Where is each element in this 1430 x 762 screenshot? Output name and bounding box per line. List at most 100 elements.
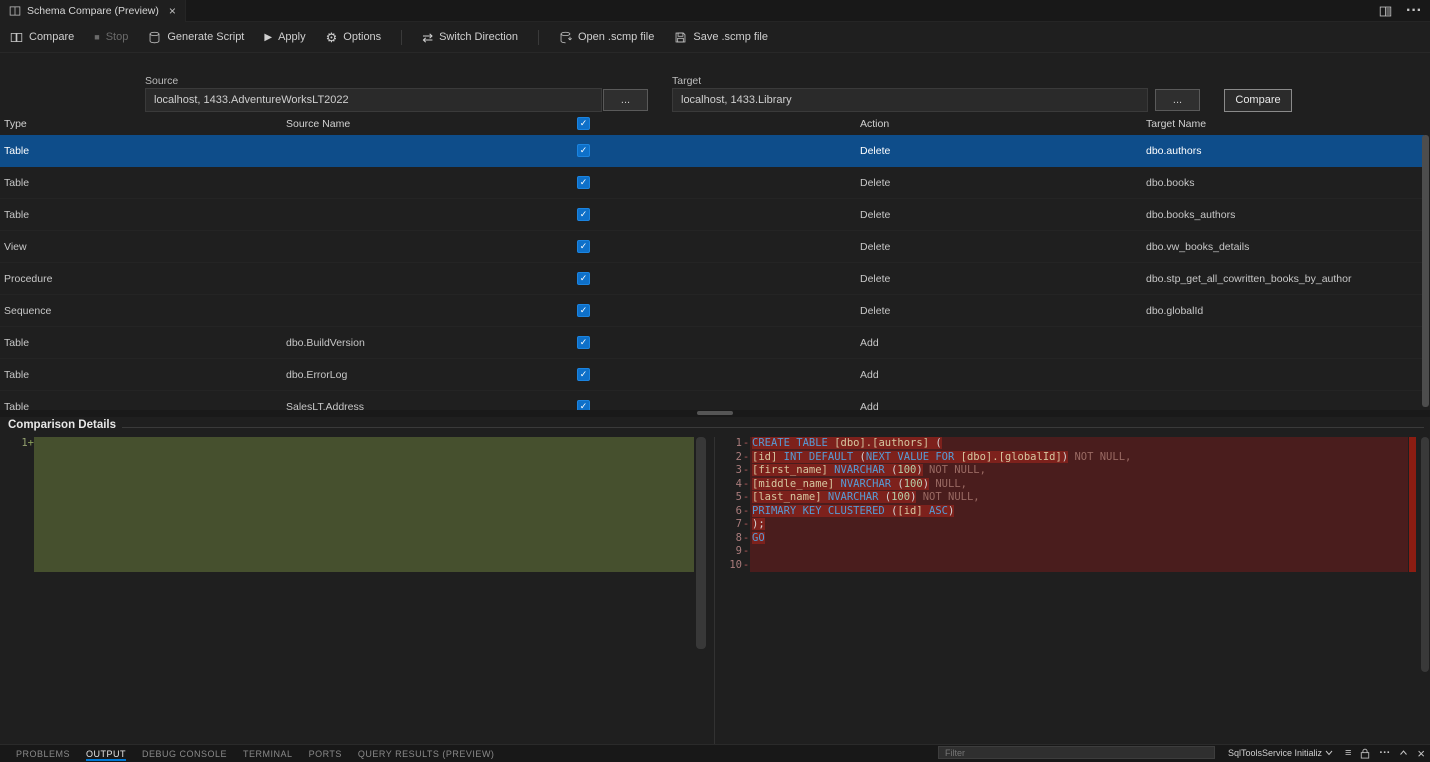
diff-target-scrollbar[interactable] [1421, 437, 1429, 672]
stop-button[interactable]: ■ Stop [94, 31, 128, 43]
lock-icon[interactable] [1360, 748, 1370, 759]
panel-tab-problems[interactable]: PROBLEMS [8, 745, 78, 762]
diff-line: 5- [last_name] NVARCHAR (100) NOT NULL, [718, 491, 1430, 505]
cell-target-name: dbo.vw_books_details [1146, 231, 1249, 262]
table-row[interactable]: Table dbo.ErrorLog ✓ Add [0, 359, 1424, 391]
column-header-source-name[interactable]: Source Name [286, 112, 350, 135]
save-icon [674, 31, 687, 44]
panel-action-icons: ≡ ··· × [1345, 744, 1425, 762]
toolbar-separator [538, 30, 539, 45]
tab-schema-compare[interactable]: Schema Compare (Preview) × [0, 0, 186, 22]
cell-target-name: dbo.books_authors [1146, 199, 1235, 230]
save-scmp-button[interactable]: Save .scmp file [674, 31, 768, 44]
include-checkbox[interactable]: ✓ [577, 336, 590, 349]
close-icon[interactable]: × [169, 4, 176, 18]
chevron-up-icon[interactable] [1399, 750, 1408, 756]
compare-action-button[interactable]: Compare [1224, 89, 1292, 112]
cell-action: Delete [860, 295, 890, 326]
table-row[interactable]: Procedure ✓ Delete dbo.stp_get_all_cowri… [0, 263, 1424, 295]
grid-scrollbar[interactable] [1422, 135, 1429, 407]
cell-action: Delete [860, 167, 890, 198]
bottom-panel: PROBLEMS OUTPUT DEBUG CONSOLE TERMINAL P… [0, 744, 1430, 762]
diff-line: 2- [id] INT DEFAULT (NEXT VALUE FOR [dbo… [718, 451, 1430, 465]
gear-icon: ⚙ [326, 32, 338, 43]
cell-type: Table [4, 359, 29, 390]
table-row[interactable]: View ✓ Delete dbo.vw_books_details [0, 231, 1424, 263]
close-panel-icon[interactable]: × [1417, 746, 1425, 761]
removed-marker-icon: - [742, 545, 750, 559]
more-actions-icon[interactable]: ··· [1406, 2, 1422, 20]
column-header-target-name[interactable]: Target Name [1146, 112, 1206, 135]
include-checkbox[interactable]: ✓ [577, 400, 590, 410]
include-checkbox[interactable]: ✓ [577, 176, 590, 189]
source-label: Source [145, 75, 178, 87]
diff-line: 1- CREATE TABLE [dbo].[authors] ( [718, 437, 1430, 451]
include-checkbox[interactable]: ✓ [577, 272, 590, 285]
diff-target-pane[interactable]: 1- CREATE TABLE [dbo].[authors] ( 2- [id… [718, 437, 1430, 744]
overview-removed-marks [1409, 437, 1416, 572]
comparison-details-title: Comparison Details [8, 419, 116, 431]
removed-marker-icon: - [742, 478, 750, 492]
column-header-action[interactable]: Action [860, 112, 889, 135]
check-icon: ✓ [580, 177, 588, 188]
more-actions-icon[interactable]: ··· [1379, 747, 1390, 759]
target-browse-button[interactable]: ... [1155, 89, 1200, 111]
schema-compare-toolbar: Compare ■ Stop Generate Script ▶ Apply ⚙… [0, 22, 1430, 53]
diff-source-scrollbar[interactable] [696, 437, 706, 649]
cell-type: Table [4, 391, 29, 410]
cell-action: Delete [860, 231, 890, 262]
select-all-checkbox[interactable]: ✓ [577, 117, 590, 130]
splitter-grip-icon[interactable] [697, 411, 733, 415]
include-checkbox[interactable]: ✓ [577, 144, 590, 157]
table-row[interactable]: Table ✓ Delete dbo.books_authors [0, 199, 1424, 231]
check-icon: ✓ [580, 145, 588, 156]
source-input[interactable] [145, 88, 602, 112]
apply-button[interactable]: ▶ Apply [264, 31, 305, 43]
switch-direction-icon: ⇄ [422, 32, 433, 43]
clear-output-icon[interactable]: ≡ [1345, 747, 1351, 759]
table-row[interactable]: Table ✓ Delete dbo.books [0, 167, 1424, 199]
chevron-down-icon [1325, 750, 1333, 756]
diff-line: 6- PRIMARY KEY CLUSTERED ([id] ASC) [718, 505, 1430, 519]
cell-type: Table [4, 135, 29, 166]
panel-tab-output[interactable]: OUTPUT [78, 745, 134, 762]
cell-type: Table [4, 167, 29, 198]
removed-marker-icon: - [742, 505, 750, 519]
include-checkbox[interactable]: ✓ [577, 208, 590, 221]
panel-tab-ports[interactable]: PORTS [301, 745, 350, 762]
open-scmp-button[interactable]: Open .scmp file [559, 31, 654, 44]
play-icon: ▶ [264, 32, 272, 43]
removed-marker-icon: - [742, 559, 750, 573]
options-button[interactable]: ⚙ Options [326, 31, 382, 43]
diff-editor: 1+ 1- CREATE TABLE [dbo].[authors] ( 2- … [0, 437, 1430, 744]
include-checkbox[interactable]: ✓ [577, 240, 590, 253]
switch-direction-button[interactable]: ⇄ Switch Direction [422, 31, 518, 43]
table-row[interactable]: Table ✓ Delete dbo.authors [0, 135, 1424, 167]
panel-tab-terminal[interactable]: TERMINAL [235, 745, 301, 762]
generate-script-button[interactable]: Generate Script [148, 31, 244, 44]
table-row[interactable]: Sequence ✓ Delete dbo.globalId [0, 295, 1424, 327]
table-row[interactable]: Table dbo.BuildVersion ✓ Add [0, 327, 1424, 359]
diff-sash[interactable] [714, 437, 715, 744]
output-filter-input[interactable] [938, 746, 1215, 759]
check-icon: ✓ [580, 337, 588, 348]
panel-tab-debug-console[interactable]: DEBUG CONSOLE [134, 745, 235, 762]
compare-button[interactable]: Compare [10, 31, 74, 44]
table-row[interactable]: Table SalesLT.Address ✓ Add [0, 391, 1424, 410]
panel-tab-query-results[interactable]: QUERY RESULTS (PREVIEW) [350, 745, 503, 762]
cell-source-name: dbo.BuildVersion [286, 327, 365, 358]
tab-title: Schema Compare (Preview) [27, 5, 159, 17]
cell-action: Add [860, 391, 879, 410]
diff-source-pane[interactable]: 1+ [8, 437, 708, 744]
output-channel-select[interactable]: SqlToolsService Initializ [1228, 745, 1333, 761]
include-checkbox[interactable]: ✓ [577, 368, 590, 381]
include-checkbox[interactable]: ✓ [577, 304, 590, 317]
split-editor-icon[interactable] [1379, 5, 1392, 18]
toolbar-separator [401, 30, 402, 45]
panel-splitter[interactable] [0, 410, 1430, 417]
source-browse-button[interactable]: ... [603, 89, 648, 111]
column-header-type[interactable]: Type [4, 112, 27, 135]
target-input[interactable] [672, 88, 1148, 112]
open-file-icon [559, 31, 572, 44]
check-icon: ✓ [580, 118, 588, 129]
